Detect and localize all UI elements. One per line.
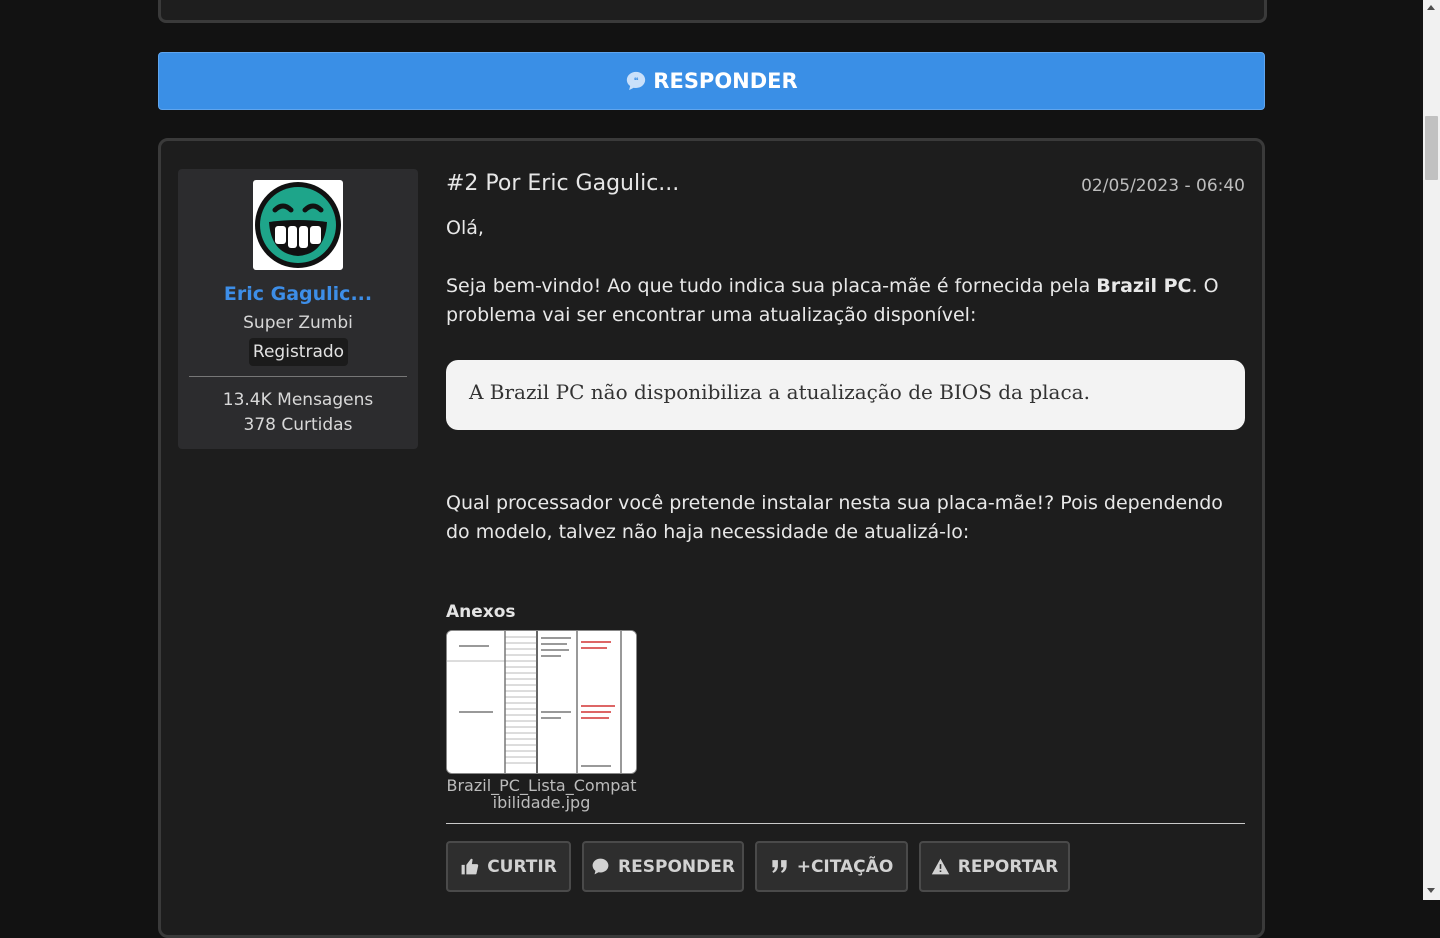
attachment-thumbnail[interactable]: [446, 630, 637, 774]
grinning-face-icon: [255, 182, 341, 268]
author-panel: Eric Gagulic... Super Zumbi Registrado 1…: [178, 169, 418, 449]
author-name[interactable]: Eric Gagulic...: [178, 283, 418, 305]
report-button-label: REPORTAR: [957, 856, 1059, 877]
post-paragraph-bold: Brazil PC: [1096, 275, 1192, 297]
reply-post-button-label: RESPONDER: [618, 856, 735, 877]
thumbs-up-icon: [461, 858, 479, 875]
author-title: Super Zumbi: [243, 313, 353, 333]
reply-button[interactable]: ❝ RESPONDER: [158, 52, 1265, 110]
post-paragraph-text: Seja bem-vindo! Ao que tudo indica sua p…: [446, 275, 1097, 297]
svg-text:❝: ❝: [634, 75, 639, 85]
scroll-down-icon[interactable]: [1427, 888, 1435, 893]
author-message-count: 13.4K Mensagens: [222, 390, 374, 410]
like-button-label: CURTIR: [487, 856, 557, 877]
quote-button-label: +CITAÇÃO: [796, 856, 894, 877]
post-header[interactable]: #2 Por Eric Gagulic...: [446, 171, 679, 196]
scrollbar-thumb[interactable]: [1425, 116, 1438, 180]
post-date[interactable]: 02/05/2023 - 06:40: [1081, 176, 1245, 196]
reply-post-button[interactable]: RESPONDER: [582, 841, 744, 892]
avatar[interactable]: [253, 180, 343, 270]
author-divider: [189, 376, 407, 377]
quote-icon: [772, 860, 787, 873]
chat-bubble-icon: ❝: [627, 71, 646, 91]
actions-divider: [446, 823, 1245, 824]
previous-post-card: [158, 0, 1267, 23]
status-badge: Registrado: [249, 338, 348, 366]
attachment-filename[interactable]: Brazil_PC_Lista_Compatibilidade.jpg: [446, 777, 637, 811]
attachments-label: Anexos: [446, 602, 516, 622]
reply-button-label: RESPONDER: [653, 69, 798, 93]
post-paragraph: Seja bem-vindo! Ao que tudo indica sua p…: [446, 272, 1246, 330]
author-like-count: 378 Curtidas: [243, 415, 353, 435]
spreadsheet-preview-image: [447, 631, 636, 773]
post-greeting: Olá,: [446, 217, 484, 239]
scroll-up-icon[interactable]: [1427, 5, 1435, 10]
quote-block: A Brazil PC não disponibiliza a atualiza…: [446, 360, 1245, 430]
warning-icon: [931, 858, 949, 875]
report-button[interactable]: REPORTAR: [919, 841, 1070, 892]
page-scrollbar[interactable]: [1423, 0, 1440, 900]
quote-button[interactable]: +CITAÇÃO: [755, 841, 908, 892]
post-paragraph-2: Qual processador você pretende instalar …: [446, 492, 1223, 543]
chat-bubble-icon: [592, 858, 609, 875]
like-button[interactable]: CURTIR: [446, 841, 571, 892]
